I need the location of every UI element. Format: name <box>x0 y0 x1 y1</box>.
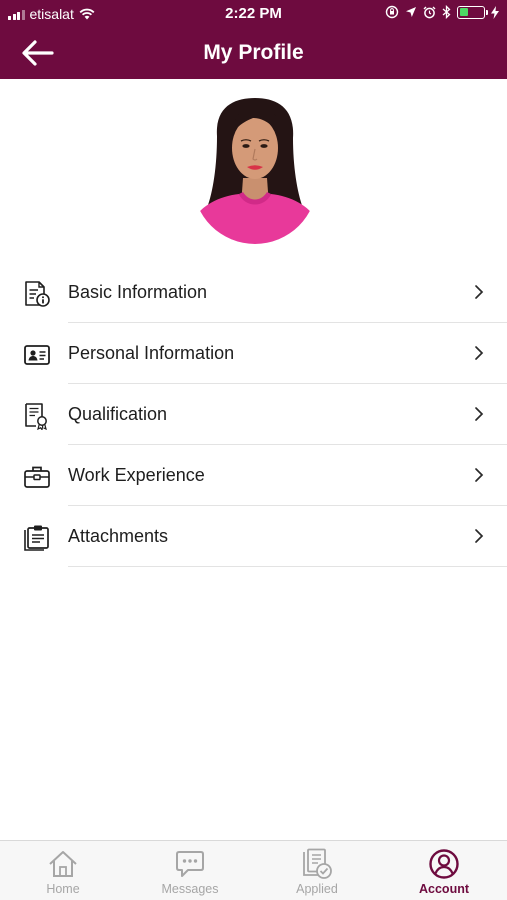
menu-item-label: Attachments <box>68 526 169 546</box>
tab-label: Messages <box>161 882 219 896</box>
battery-level <box>459 8 469 16</box>
chevron-right-icon <box>475 407 484 421</box>
tab-account[interactable]: Account <box>381 841 507 900</box>
home-icon <box>49 851 77 877</box>
status-bar: etisalat 2:22 PM <box>0 0 507 28</box>
document-info-icon <box>25 281 50 307</box>
chevron-right-icon <box>475 285 484 299</box>
alarm-icon <box>423 6 436 18</box>
menu-item-basic-information[interactable]: Basic Information <box>0 262 507 323</box>
chevron-right-icon <box>475 346 484 360</box>
status-right <box>385 5 499 19</box>
menu-item-attachments[interactable]: Attachments <box>0 506 507 567</box>
charging-bolt-icon <box>491 5 499 19</box>
chevron-right-icon <box>475 468 484 482</box>
menu-item-label: Qualification <box>68 404 168 424</box>
menu-item-work-experience[interactable]: Work Experience <box>0 445 507 506</box>
certificate-icon <box>25 403 47 430</box>
menu-item-personal-information[interactable]: Personal Information <box>0 323 507 384</box>
page-title: My Profile <box>203 41 304 64</box>
tab-applied[interactable]: Applied <box>254 841 380 900</box>
battery-icon <box>457 5 488 19</box>
chat-icon <box>176 851 204 877</box>
bluetooth-icon <box>442 5 451 19</box>
tab-home[interactable]: Home <box>0 841 126 900</box>
chevron-right-icon <box>475 529 484 543</box>
location-icon <box>406 7 416 17</box>
tab-label: Applied <box>296 882 338 896</box>
divider <box>68 566 507 567</box>
orientation-lock-icon <box>385 5 399 19</box>
briefcase-icon <box>24 466 50 488</box>
menu-item-label: Work Experience <box>68 465 205 485</box>
tab-label: Home <box>46 882 80 896</box>
id-card-icon <box>24 345 50 365</box>
avatar[interactable] <box>193 96 317 244</box>
menu-item-label: Personal Information <box>68 343 235 363</box>
applied-documents-icon <box>303 848 332 879</box>
profile-photo <box>193 96 317 244</box>
clipboard-icon <box>24 525 49 551</box>
tab-messages[interactable]: Messages <box>127 841 253 900</box>
tab-bar: Home Messages Applied Account <box>0 840 507 900</box>
profile-menu: Basic Information Personal Information Q… <box>0 262 507 567</box>
navigation-bar: My Profile <box>0 28 507 79</box>
user-circle-icon <box>429 849 459 879</box>
tab-label: Account <box>419 882 469 896</box>
menu-item-label: Basic Information <box>68 282 208 302</box>
menu-item-qualification[interactable]: Qualification <box>0 384 507 445</box>
